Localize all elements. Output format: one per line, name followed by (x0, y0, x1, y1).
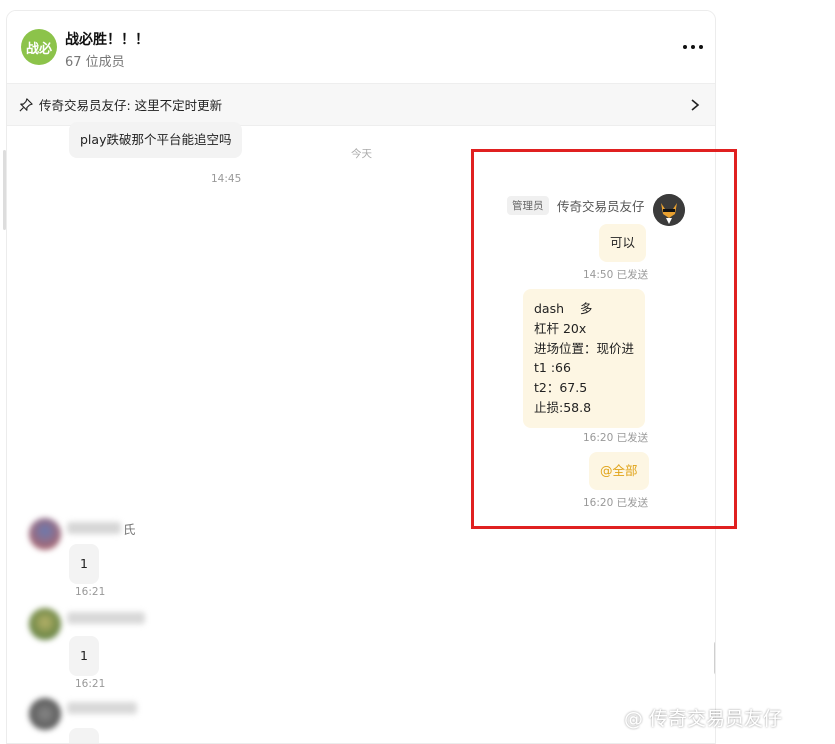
watermark: @ 传奇交易员友仔 (598, 704, 782, 731)
message-time: 14:45 (211, 173, 242, 185)
watermark-text: @ 传奇交易员友仔 (624, 708, 783, 730)
member-name-suffix: 氏 (123, 522, 136, 537)
member-name-blurred (67, 522, 121, 534)
message-bubble-incoming[interactable]: 1 (69, 636, 99, 676)
group-name: 战必胜！！！ (65, 32, 149, 48)
member-avatar[interactable] (29, 518, 61, 550)
pin-icon (19, 97, 33, 112)
pinned-message-text: 传奇交易员友仔: 这里不定时更新 (39, 98, 223, 113)
message-time: 16:21 (75, 678, 106, 690)
weibo-logo-icon (599, 709, 618, 726)
more-options-icon[interactable] (683, 37, 703, 57)
member-avatar[interactable] (29, 608, 61, 640)
scrollbar-thumb[interactable] (714, 641, 715, 675)
chevron-right-icon[interactable] (689, 98, 701, 112)
day-label: 今天 (351, 148, 372, 160)
member-avatar[interactable] (29, 698, 61, 730)
member-count[interactable]: 67 位成员 (65, 51, 125, 70)
pinned-message-bar[interactable]: 传奇交易员友仔: 这里不定时更新 (7, 83, 715, 126)
left-scrollbar[interactable] (3, 150, 6, 230)
message-bubble-incoming[interactable]: 1 (69, 544, 99, 584)
member-name-blurred (67, 612, 145, 624)
message-bubble-incoming[interactable]: 1 (69, 728, 99, 743)
message-bubble-incoming[interactable]: play跌破那个平台能追空吗 (69, 122, 243, 158)
member-name-blurred (67, 702, 137, 714)
message-time: 16:21 (75, 586, 106, 598)
group-avatar[interactable]: 战必 (21, 29, 57, 65)
chat-header: 战必 战必胜！！！ 67 位成员 (7, 11, 715, 83)
highlight-annotation-box (471, 149, 737, 529)
